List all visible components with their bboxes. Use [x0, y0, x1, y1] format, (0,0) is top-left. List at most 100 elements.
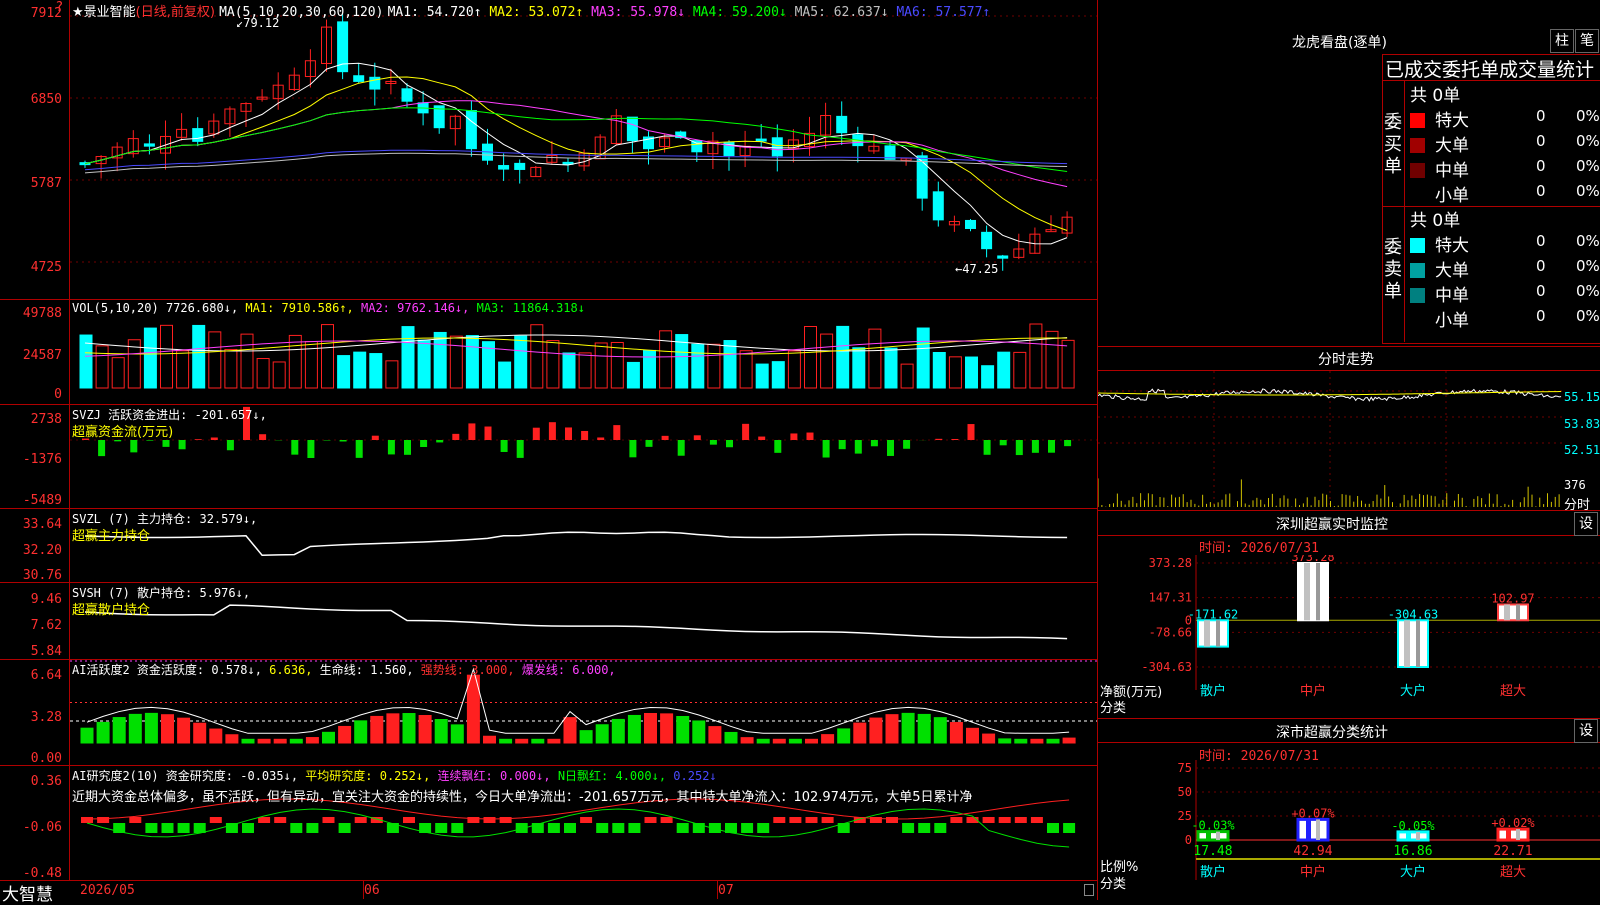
research-bar	[934, 823, 946, 833]
flow-bar	[517, 440, 524, 458]
research-bar	[1063, 823, 1075, 833]
ai-active-v2: 6.636,	[269, 663, 312, 677]
x-axis-label: 2026/05	[80, 883, 135, 898]
svsh-axis-label: 5.84	[0, 644, 62, 659]
activity-bar	[661, 714, 673, 743]
lock-icon[interactable]	[1084, 884, 1094, 896]
research-bar	[97, 817, 109, 823]
sz-class-title: 深市超赢分类统计	[1276, 722, 1388, 742]
activity-bar	[999, 739, 1011, 743]
question-icon[interactable]: ?	[56, 0, 63, 15]
sz-class-settings-button[interactable]: 设	[1574, 719, 1598, 743]
sz-monitor-time: 时间: 2026/07/31	[1199, 537, 1319, 556]
volume-bar	[869, 329, 881, 388]
color-swatch	[1410, 313, 1425, 328]
volume-bar	[386, 361, 398, 388]
sz-monitor-chart: 373.28147.310-78.66-304.63-171.62散户373.2…	[1098, 555, 1600, 715]
high-marker: ↙79.12	[236, 16, 279, 30]
flow-bar	[855, 440, 862, 454]
activity-bar	[902, 713, 914, 743]
volume-bar	[611, 342, 623, 388]
flow-bar	[291, 440, 298, 455]
flow-bar	[629, 440, 636, 457]
volume-bar	[322, 325, 334, 388]
volume-bar	[1014, 352, 1026, 388]
sz-monitor-xlabel: 分类	[1100, 697, 1126, 716]
axis-label: 373.28	[1149, 556, 1192, 570]
sz-class-xlabel: 分类	[1100, 873, 1126, 892]
activity-bar	[162, 715, 174, 743]
activity-bar	[628, 715, 640, 743]
bar	[1298, 563, 1328, 620]
color-swatch	[1410, 113, 1425, 128]
intraday-axis-label: 55.15	[1564, 390, 1600, 404]
candle-body	[982, 232, 992, 248]
ma-line	[85, 77, 1067, 231]
order-count: 0	[1536, 282, 1546, 300]
activity-bar	[258, 739, 270, 743]
ai-research-commentary: 近期大资金总体偏多，虽不活跃，但有异动，宜关注大资金的持续性，今日大单净流出：-…	[72, 786, 1096, 805]
flow-bar	[790, 433, 797, 440]
bar-shade	[1404, 620, 1410, 667]
volume-axis-label: 49788	[0, 306, 62, 321]
x-axis-label: 07	[718, 883, 734, 898]
order-pct: 0%	[1576, 282, 1600, 300]
main-chart-area[interactable]: 7912 6850 5787 4725 49788 24587 0 2738 -…	[0, 0, 1098, 900]
activity-bar	[1031, 739, 1043, 743]
activity-bar	[242, 739, 254, 743]
divider	[1098, 742, 1600, 743]
bar	[1198, 620, 1228, 646]
flow-bar	[662, 436, 669, 440]
research-bar	[435, 823, 447, 833]
divider	[1098, 510, 1600, 511]
kline-chart[interactable]	[70, 0, 1097, 880]
ma-value: MA5: 62.637↓	[787, 5, 889, 20]
price-axis-label: 6850	[0, 92, 62, 107]
high-marker-value: 79.12	[243, 16, 279, 30]
category-label: 超大	[1500, 865, 1526, 880]
activity-bar	[1015, 739, 1027, 743]
activity-bar	[693, 721, 705, 743]
svsh-axis-label: 9.46	[0, 592, 62, 607]
candle-body	[837, 116, 847, 132]
bar-shade	[1216, 832, 1220, 840]
order-row: 特大	[1410, 106, 1469, 131]
axis-label: 25	[1178, 809, 1192, 823]
intraday-chart[interactable]	[1098, 371, 1563, 509]
research-bar	[484, 817, 496, 823]
order-pct: 0%	[1576, 232, 1600, 250]
ai-active-axis-label: 0.00	[0, 751, 62, 766]
tick-mode-button[interactable]: 笔	[1575, 29, 1599, 53]
svzj-axis-label: -1376	[0, 452, 62, 467]
volume-bar	[241, 334, 253, 388]
flow-bar	[307, 440, 314, 458]
volume-axis-label: 24587	[0, 348, 62, 363]
price-axis-label: 4725	[0, 260, 62, 275]
flow-bar	[259, 434, 266, 440]
order-pct: 0%	[1576, 107, 1600, 125]
bar-shade	[1316, 819, 1320, 840]
research-bar	[81, 817, 93, 823]
order-pct: 0%	[1576, 182, 1600, 200]
candle-body	[966, 220, 976, 228]
volume-bar	[96, 346, 108, 388]
sz-monitor-settings-button[interactable]: 设	[1574, 512, 1598, 536]
bar-value-label: 22.71	[1493, 844, 1532, 859]
volume-value: MA3: 11864.318↓	[469, 301, 585, 315]
flow-bar	[839, 440, 846, 449]
flow-bar	[984, 440, 991, 455]
research-bar	[274, 817, 286, 823]
activity-bar	[306, 738, 318, 743]
ai-active-header: AI活跃度2 资金活跃度: 0.578↓, 6.636, 生命线: 1.560,…	[72, 661, 616, 678]
research-bar	[306, 823, 318, 833]
ai-research-axis-label: 0.36	[0, 774, 62, 789]
research-bar	[612, 823, 624, 833]
candle-body	[402, 89, 412, 101]
main-holding-line	[85, 532, 1067, 555]
bar-mode-button[interactable]: 柱	[1550, 29, 1574, 53]
activity-bar	[709, 727, 721, 743]
volume-bar	[289, 335, 301, 388]
ai-active-strong-line: 强势线: 3.000,	[421, 663, 515, 677]
order-size-label: 特大	[1435, 236, 1469, 256]
candle-body	[756, 139, 766, 141]
